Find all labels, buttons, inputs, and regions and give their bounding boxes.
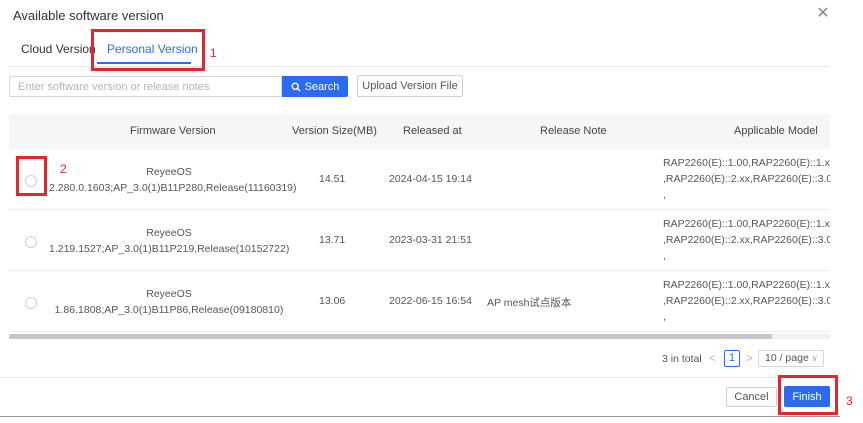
firmware-version: 2.280.0.1603;AP_3.0(1)B11P280,Release(11…	[49, 182, 297, 194]
page-size-select[interactable]: 10 / page ∨	[758, 350, 824, 367]
column-header-version-size: Version Size(MB)	[292, 125, 377, 137]
released-at-cell: 2022-06-15 16:54	[389, 295, 472, 307]
firmware-version: 1.86.1808;AP_3.0(1)B11P86,Release(091808…	[54, 304, 284, 316]
firmware-version-cell: ReyeeOS 1.86.1808;AP_3.0(1)B11P86,Releas…	[49, 286, 289, 318]
search-icon	[291, 81, 301, 91]
pagination-page-1[interactable]: 1	[724, 350, 740, 367]
table-row[interactable]: ReyeeOS 1.219.1527;AP_3.0(1)B11P219,Rele…	[9, 210, 830, 271]
dialog-title: Available software version	[13, 8, 164, 23]
release-note-cell: AP mesh试点版本	[487, 297, 572, 309]
applicable-model-line: RAP2260(E)::1.00,RAP2260(E)::1.xx,RAP	[663, 279, 830, 291]
horizontal-scrollbar-thumb[interactable]	[9, 334, 772, 339]
search-input[interactable]	[9, 76, 282, 97]
page-size-value: 10 / page	[765, 352, 809, 364]
table-header: Firmware Version Version Size(MB) Releas…	[9, 114, 830, 149]
chevron-left-icon[interactable]: <	[709, 351, 716, 365]
search-button[interactable]: Search	[282, 76, 348, 97]
column-header-release-note: Release Note	[540, 125, 607, 137]
tabs-divider	[8, 66, 830, 67]
firmware-version-cell: ReyeeOS 2.280.0.1603;AP_3.0(1)B11P280,Re…	[49, 164, 297, 196]
applicable-model-line: ,RAP2260(E)::2.xx,RAP2260(E)::3.00,RAP	[663, 295, 830, 307]
row-select-radio[interactable]	[25, 175, 37, 187]
version-size-cell: 13.06	[319, 295, 346, 307]
cancel-button[interactable]: Cancel	[726, 387, 777, 407]
firmware-name: ReyeeOS	[146, 166, 192, 178]
version-size-cell: 13.71	[319, 234, 346, 246]
software-version-dialog: Available software version ✕ Cloud Versi…	[0, 0, 840, 417]
firmware-name: ReyeeOS	[146, 288, 192, 300]
applicable-model-cell: RAP2260(E)::1.00,RAP2260(E)::1.xx,RAP ,R…	[663, 277, 830, 325]
column-header-firmware-version: Firmware Version	[130, 125, 216, 137]
close-icon[interactable]: ✕	[815, 6, 831, 22]
released-at-cell: 2023-03-31 21:51	[389, 234, 472, 246]
column-header-applicable-model: Applicable Model	[734, 125, 818, 137]
finish-button[interactable]: Finish	[784, 386, 830, 407]
tab-cloud-version[interactable]: Cloud Version	[21, 42, 96, 56]
active-tab-indicator	[97, 62, 191, 64]
applicable-model-line: RAP2260(E)::1.00,RAP2260(E)::1.xx,RAP	[663, 157, 830, 169]
applicable-model-line: ,	[663, 250, 666, 262]
column-header-released-at: Released at	[403, 125, 462, 137]
step-annotation-2: 2	[60, 162, 67, 176]
table-row[interactable]: ReyeeOS 1.86.1808;AP_3.0(1)B11P86,Releas…	[9, 271, 830, 332]
chevron-right-icon[interactable]: >	[746, 351, 753, 365]
applicable-model-line: ,RAP2260(E)::2.xx,RAP2260(E)::3.00,RAP	[663, 173, 830, 185]
applicable-model-cell: RAP2260(E)::1.00,RAP2260(E)::1.xx,RAP ,R…	[663, 155, 830, 203]
row-select-radio[interactable]	[25, 236, 37, 248]
version-size-cell: 14.51	[319, 173, 346, 185]
version-tabs: Cloud Version Personal Version	[0, 34, 840, 66]
step-annotation-1: 1	[210, 46, 217, 60]
applicable-model-cell: RAP2260(E)::1.00,RAP2260(E)::1.xx,RAP ,R…	[663, 216, 830, 264]
footer-divider	[0, 377, 840, 378]
firmware-name: ReyeeOS	[146, 227, 192, 239]
applicable-model-line: RAP2260(E)::1.00,RAP2260(E)::1.xx,RAP	[663, 218, 830, 230]
chevron-down-icon: ∨	[811, 353, 818, 363]
tab-personal-version[interactable]: Personal Version	[107, 42, 198, 56]
applicable-model-line: ,	[663, 189, 666, 201]
firmware-table: Firmware Version Version Size(MB) Releas…	[9, 114, 830, 340]
pagination-total: 3 in total	[662, 353, 702, 365]
applicable-model-line: ,	[663, 311, 666, 323]
table-row[interactable]: ReyeeOS 2.280.0.1603;AP_3.0(1)B11P280,Re…	[9, 149, 830, 210]
step-annotation-3: 3	[846, 394, 853, 408]
applicable-model-line: ,RAP2260(E)::2.xx,RAP2260(E)::3.00,RAP	[663, 234, 830, 246]
firmware-version-cell: ReyeeOS 1.219.1527;AP_3.0(1)B11P219,Rele…	[49, 225, 289, 257]
search-button-label: Search	[304, 80, 340, 93]
row-select-radio[interactable]	[25, 297, 37, 309]
firmware-version: 1.219.1527;AP_3.0(1)B11P219,Release(1015…	[49, 243, 290, 255]
released-at-cell: 2024-04-15 19:14	[389, 173, 472, 185]
upload-version-file-button[interactable]: Upload Version File	[357, 75, 463, 97]
